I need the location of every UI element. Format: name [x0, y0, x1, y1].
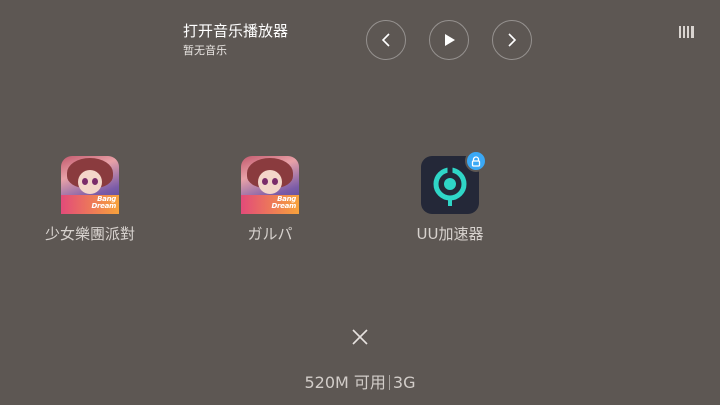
music-player-status: 暂无音乐: [183, 44, 227, 57]
app-label: 少女樂團派對: [44, 225, 135, 243]
divider: [388, 375, 390, 390]
bang-dream-icon[interactable]: Bang Dream: [241, 156, 299, 214]
list-icon[interactable]: [679, 26, 695, 38]
recent-app-card[interactable]: Bang Dream ガルパ: [190, 156, 350, 244]
app-label: UU加速器: [416, 225, 484, 243]
close-icon[interactable]: [350, 327, 370, 347]
next-track-button[interactable]: [492, 20, 532, 60]
memory-status: 520M 可用 3G: [0, 369, 720, 393]
lock-icon: [465, 150, 487, 172]
play-button[interactable]: [429, 20, 469, 60]
play-icon: [445, 34, 455, 46]
recent-app-card[interactable]: UU加速器: [370, 150, 530, 244]
bang-dream-icon[interactable]: Bang Dream: [61, 156, 119, 214]
previous-track-button[interactable]: [366, 20, 406, 60]
total-memory: 3G: [392, 373, 416, 392]
music-player-title[interactable]: 打开音乐播放器: [183, 20, 288, 41]
uu-accelerator-icon[interactable]: [421, 150, 487, 214]
available-memory: 520M 可用: [304, 373, 386, 392]
app-label: ガルパ: [247, 225, 293, 243]
recent-app-card[interactable]: Bang Dream 少女樂團派對: [10, 156, 170, 244]
previous-icon: [381, 33, 390, 47]
next-icon: [508, 33, 517, 47]
